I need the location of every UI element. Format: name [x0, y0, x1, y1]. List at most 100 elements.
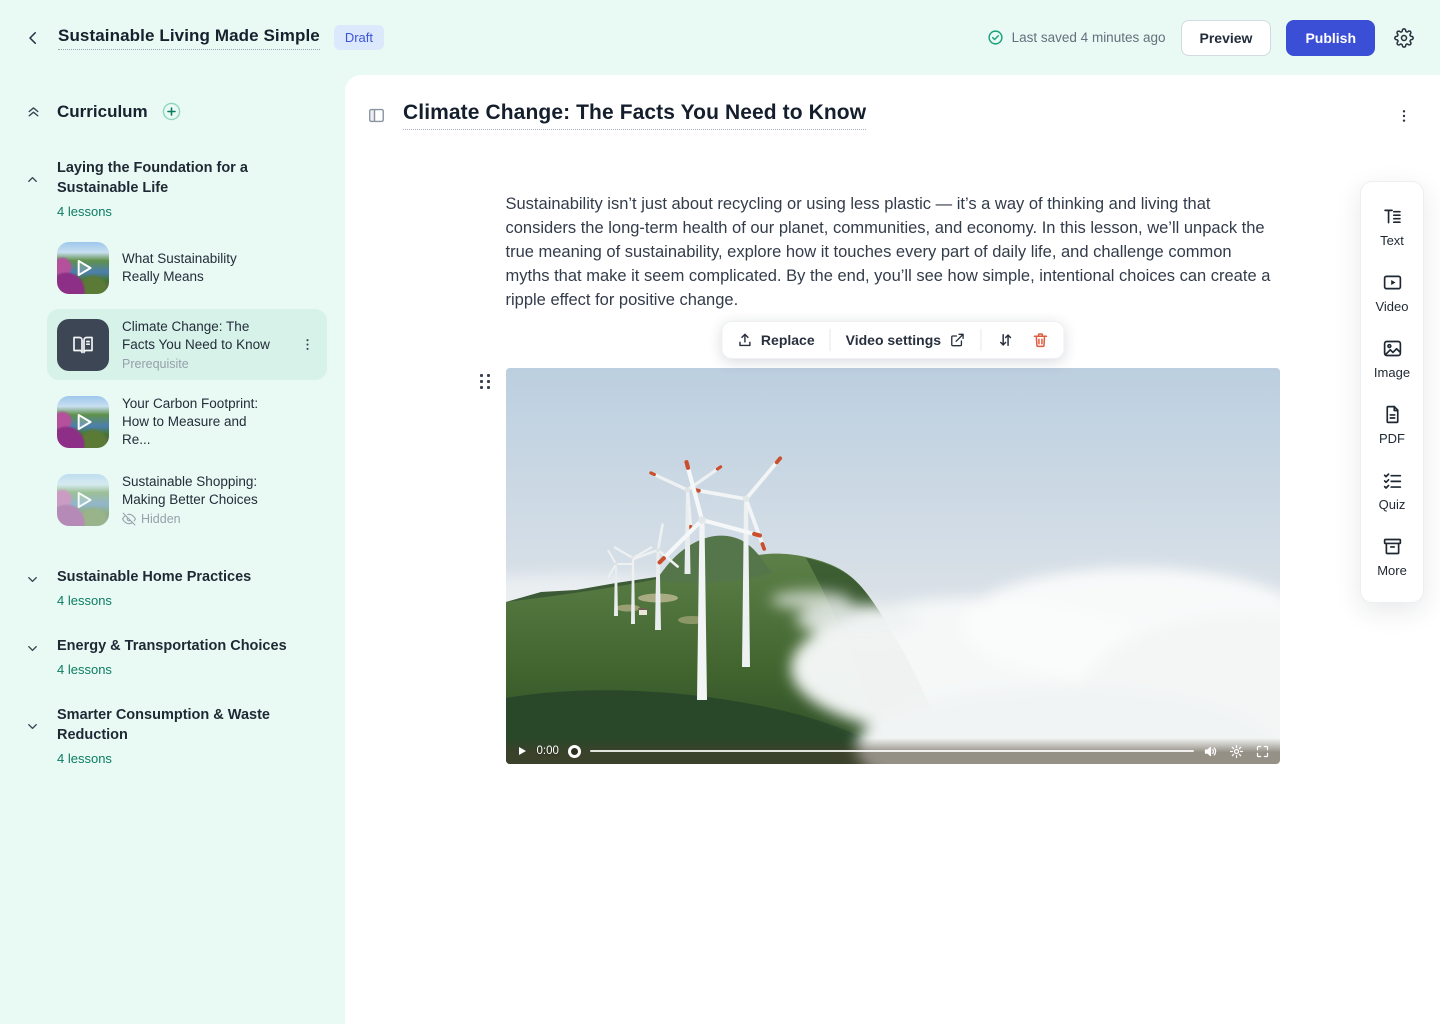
add-image-block-button[interactable]: Image [1361, 326, 1423, 392]
save-status-text: Last saved 4 minutes ago [1012, 30, 1166, 45]
reading-lesson-badge [57, 319, 109, 371]
publish-button[interactable]: Publish [1286, 20, 1375, 56]
lesson-item[interactable]: What Sustainability Really Means [47, 233, 327, 303]
kebab-vertical-icon [1396, 108, 1412, 124]
video-block-icon [1382, 272, 1403, 293]
gear-icon [1394, 28, 1414, 48]
play-icon [516, 745, 528, 757]
section-title: Energy & Transportation Choices [57, 636, 287, 656]
add-quiz-block-button[interactable]: Quiz [1361, 458, 1423, 524]
curriculum-section: Sustainable Home Practices 4 lessons [18, 567, 327, 608]
video-block: Replace Video settings [506, 368, 1280, 764]
curriculum-section: Energy & Transportation Choices 4 lesson… [18, 636, 327, 677]
speaker-icon [1203, 744, 1218, 759]
external-link-icon [949, 332, 965, 348]
status-badge: Draft [334, 25, 384, 50]
upload-icon [736, 332, 753, 349]
video-player[interactable]: 0:00 [506, 368, 1280, 764]
lesson-title: Climate Change: The Facts You Need to Kn… [122, 318, 272, 354]
lesson-video-thumbnail [57, 474, 109, 526]
lesson-editor-panel: Climate Change: The Facts You Need to Kn… [345, 75, 1440, 1024]
video-poster-wind-turbines [506, 368, 1280, 764]
kebab-vertical-icon [300, 337, 315, 352]
fullscreen-icon [1255, 744, 1270, 759]
more-blocks-button[interactable]: More [1361, 524, 1423, 590]
section-lesson-count: 4 lessons [57, 593, 251, 608]
chevron-left-icon [24, 29, 42, 47]
settings-button[interactable] [1390, 24, 1418, 52]
seek-handle[interactable] [568, 745, 581, 758]
add-text-block-button[interactable]: Text [1361, 194, 1423, 260]
lesson-video-thumbnail [57, 396, 109, 448]
add-pdf-block-button[interactable]: PDF [1361, 392, 1423, 458]
save-status: Last saved 4 minutes ago [987, 29, 1166, 46]
pdf-block-icon [1382, 404, 1403, 425]
section-title: Sustainable Home Practices [57, 567, 251, 587]
section-header[interactable]: Laying the Foundation for a Sustainable … [18, 158, 327, 219]
section-title: Smarter Consumption & Waste Reduction [57, 705, 297, 745]
play-button[interactable] [516, 745, 528, 757]
image-block-icon [1382, 338, 1403, 359]
lesson-item-selected[interactable]: Climate Change: The Facts You Need to Kn… [47, 309, 327, 380]
add-curriculum-button[interactable] [161, 101, 182, 122]
play-icon [57, 396, 109, 448]
chevron-down-icon [25, 641, 40, 656]
lesson-title: Sustainable Shopping: Making Better Choi… [122, 473, 272, 509]
collapse-all-button[interactable] [25, 103, 42, 120]
fullscreen-button[interactable] [1255, 744, 1270, 759]
section-lesson-count: 4 lessons [57, 662, 287, 677]
block-drag-handle[interactable] [480, 374, 494, 394]
archive-box-icon [1382, 536, 1403, 557]
panel-layout-icon [367, 106, 386, 125]
video-block-toolbar: Replace Video settings [721, 321, 1064, 359]
lesson-menu-button[interactable] [298, 335, 317, 354]
preview-button[interactable]: Preview [1181, 20, 1272, 56]
video-timestamp: 0:00 [537, 745, 559, 757]
block-palette: Text Video Image PDF Quiz More [1360, 181, 1424, 603]
lesson-meta-hidden: Hidden [141, 512, 181, 526]
open-book-icon [71, 333, 95, 357]
delete-block-button[interactable] [1029, 329, 1051, 351]
replace-video-button[interactable]: Replace [734, 330, 817, 351]
player-settings-button[interactable] [1229, 744, 1244, 759]
volume-button[interactable] [1203, 744, 1218, 759]
lesson-options-button[interactable] [1392, 104, 1416, 128]
quiz-block-icon [1382, 470, 1403, 491]
add-video-block-button[interactable]: Video [1361, 260, 1423, 326]
lesson-title: Your Carbon Footprint: How to Measure an… [122, 395, 272, 449]
section-header[interactable]: Smarter Consumption & Waste Reduction 4 … [18, 705, 327, 766]
sun-settings-icon [1229, 744, 1244, 759]
toolbar-divider [830, 329, 831, 351]
text-block-icon [1382, 206, 1403, 227]
lesson-video-thumbnail [57, 242, 109, 294]
back-button[interactable] [20, 25, 46, 51]
section-lesson-count: 4 lessons [57, 204, 297, 219]
section-title: Laying the Foundation for a Sustainable … [57, 158, 297, 198]
plus-circle-icon [161, 101, 182, 122]
play-icon [57, 242, 109, 294]
video-settings-button[interactable]: Video settings [844, 330, 967, 350]
play-icon [57, 474, 109, 526]
trash-icon [1031, 331, 1049, 349]
curriculum-section: Laying the Foundation for a Sustainable … [18, 158, 327, 535]
lesson-title: What Sustainability Really Means [122, 250, 272, 286]
section-header[interactable]: Sustainable Home Practices 4 lessons [18, 567, 327, 608]
section-header[interactable]: Energy & Transportation Choices 4 lesson… [18, 636, 327, 677]
course-title[interactable]: Sustainable Living Made Simple [58, 26, 320, 50]
reorder-block-button[interactable] [994, 329, 1016, 351]
arrows-down-up-icon [996, 331, 1014, 349]
section-lesson-count: 4 lessons [57, 751, 297, 766]
double-chevron-up-icon [25, 103, 42, 120]
curriculum-sidebar: Curriculum Laying the Foundation for a S… [0, 75, 345, 1024]
chevron-up-icon [25, 172, 40, 187]
lesson-item[interactable]: Your Carbon Footprint: How to Measure an… [47, 386, 327, 458]
check-circle-icon [987, 29, 1004, 46]
chevron-down-icon [25, 719, 40, 734]
chevron-down-icon [25, 572, 40, 587]
lesson-intro-paragraph[interactable]: Sustainability isn’t just about recyclin… [506, 192, 1280, 312]
toggle-sidebar-button[interactable] [363, 102, 390, 129]
lesson-item-hidden[interactable]: Sustainable Shopping: Making Better Choi… [47, 464, 327, 535]
lesson-page-title[interactable]: Climate Change: The Facts You Need to Kn… [403, 101, 866, 130]
eye-off-icon [122, 512, 136, 526]
seek-bar[interactable] [590, 750, 1194, 752]
